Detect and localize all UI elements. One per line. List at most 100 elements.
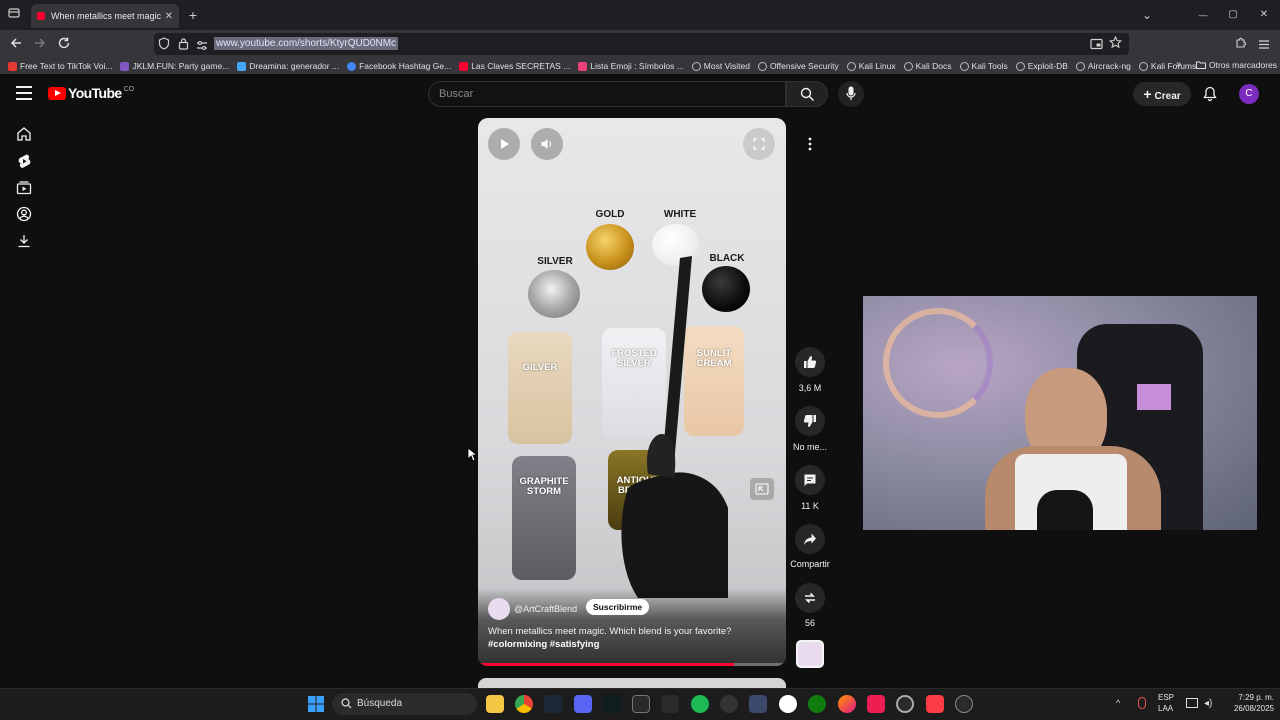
notifications-bell-icon[interactable] bbox=[1202, 86, 1218, 102]
bookmark-item[interactable]: Dreamina: generador ... bbox=[237, 61, 339, 71]
downloads-icon[interactable] bbox=[16, 233, 32, 249]
bookmark-item[interactable]: Kali Forums bbox=[1138, 61, 1196, 71]
channel-avatar[interactable] bbox=[488, 598, 510, 620]
share-button[interactable] bbox=[795, 524, 825, 554]
url-text[interactable]: www.youtube.com/shorts/KtyrQUD0NMc bbox=[214, 37, 399, 50]
chrome-icon[interactable] bbox=[515, 695, 533, 713]
search-icon bbox=[800, 87, 814, 101]
guide-menu-icon[interactable] bbox=[16, 86, 32, 100]
lock-icon[interactable] bbox=[178, 37, 189, 55]
taskbar-clock[interactable]: 7:29 p. m. 26/08/2025 bbox=[1222, 692, 1274, 714]
bookmark-item[interactable]: Facebook Hashtag Ge... bbox=[347, 61, 451, 71]
bookmarks-overflow-icon[interactable]: » bbox=[1176, 59, 1182, 70]
miniplayer-button[interactable] bbox=[750, 478, 774, 500]
back-icon[interactable] bbox=[9, 36, 23, 55]
bookmark-star-icon[interactable] bbox=[1108, 35, 1123, 54]
play-icon bbox=[501, 139, 509, 149]
dislike-button[interactable] bbox=[795, 406, 825, 436]
obs-icon[interactable] bbox=[896, 695, 914, 713]
subscriptions-icon[interactable] bbox=[16, 180, 32, 196]
tab-list-icon[interactable] bbox=[3, 5, 25, 25]
terminal-icon[interactable] bbox=[603, 695, 621, 713]
discord-icon[interactable] bbox=[574, 695, 592, 713]
shorts-video-player[interactable]: GOLD WHITE SILVER BLACK GILVER FROSTED S… bbox=[478, 118, 786, 666]
keyboard-language[interactable]: ESP LAA bbox=[1158, 692, 1174, 714]
taskbar-search-input[interactable]: Búsqueda bbox=[332, 693, 477, 715]
play-button[interactable] bbox=[488, 128, 520, 160]
steam-icon[interactable] bbox=[544, 695, 562, 713]
minimize-button[interactable]: — bbox=[1192, 5, 1214, 25]
bookmark-item[interactable]: Free Text to TikTok Voi... bbox=[8, 61, 112, 71]
fullscreen-button[interactable] bbox=[743, 128, 775, 160]
volume-button[interactable] bbox=[531, 128, 563, 160]
shield-icon[interactable] bbox=[158, 37, 170, 55]
apple-music-icon[interactable] bbox=[926, 695, 944, 713]
volume-tray-icon[interactable]: ◂) bbox=[1204, 698, 1212, 709]
youtube-logo[interactable]: YouTube CO bbox=[48, 85, 134, 101]
epic-games-icon[interactable] bbox=[661, 695, 679, 713]
forward-icon[interactable] bbox=[33, 36, 47, 55]
tab-youtube-short[interactable]: When metallics meet magic. W ✕ bbox=[31, 4, 179, 28]
next-short-preview[interactable] bbox=[478, 678, 786, 688]
other-bookmarks-folder[interactable]: Otros marcadores bbox=[1196, 60, 1277, 70]
bookmark-item[interactable]: Kali Linux bbox=[846, 61, 896, 71]
tab-close-icon[interactable]: ✕ bbox=[165, 11, 173, 22]
firefox-icon[interactable] bbox=[838, 695, 856, 713]
bookmark-item[interactable]: Las Claves SECRETAS ... bbox=[459, 61, 570, 71]
subscribe-button[interactable]: Suscribirme bbox=[586, 599, 650, 615]
bookmark-favicon-icon bbox=[237, 61, 247, 71]
voice-search-button[interactable] bbox=[838, 81, 864, 107]
silver-paint-blob bbox=[528, 270, 580, 318]
bookmark-item[interactable]: Kali Docs bbox=[903, 61, 952, 71]
xbox-icon[interactable] bbox=[808, 695, 826, 713]
settings-gear-icon[interactable] bbox=[955, 695, 973, 713]
extensions-icon[interactable] bbox=[1234, 36, 1247, 54]
app-menu-icon[interactable] bbox=[1258, 37, 1270, 55]
tabs-dropdown-icon[interactable]: ⌄ bbox=[1136, 5, 1158, 25]
tray-overflow-chevron-icon[interactable]: ^ bbox=[1116, 698, 1120, 708]
video-progress-bar[interactable] bbox=[478, 663, 786, 666]
capcut-icon[interactable] bbox=[632, 695, 650, 713]
permissions-icon[interactable] bbox=[196, 38, 208, 56]
home-icon[interactable] bbox=[16, 126, 32, 142]
new-tab-button[interactable]: + bbox=[182, 5, 204, 25]
you-profile-icon[interactable] bbox=[16, 206, 32, 222]
bookmark-item[interactable]: Most Visited bbox=[691, 61, 750, 71]
tray-microphone-icon[interactable] bbox=[1138, 697, 1146, 709]
like-button[interactable] bbox=[795, 347, 825, 377]
bookmark-item[interactable]: Kali Tools bbox=[959, 61, 1008, 71]
search-button[interactable] bbox=[786, 81, 828, 107]
tiktok-icon[interactable] bbox=[867, 695, 885, 713]
bookmark-item[interactable]: Offensive Security bbox=[757, 61, 839, 71]
bookmark-item[interactable]: Aircrack-ng bbox=[1075, 61, 1131, 71]
bookmark-item[interactable]: JKLM.FUN: Party game... bbox=[120, 61, 229, 71]
reload-icon[interactable] bbox=[57, 36, 71, 55]
network-icon[interactable] bbox=[1186, 698, 1198, 708]
4k-downloader-icon[interactable] bbox=[720, 695, 738, 713]
bookmark-item[interactable]: Exploit-DB bbox=[1015, 61, 1068, 71]
bookmark-item[interactable]: Lista Emoji : Símbolos ... bbox=[578, 61, 684, 71]
video-hashtags-link[interactable]: #colormixing #satisfying bbox=[488, 639, 599, 650]
create-button[interactable]: + Crear bbox=[1133, 82, 1191, 106]
google-icon[interactable] bbox=[779, 695, 797, 713]
picture-in-picture-icon[interactable] bbox=[1090, 37, 1103, 55]
search-input[interactable]: Buscar bbox=[428, 81, 786, 107]
channel-name-link[interactable]: @ArtCraftBlend bbox=[514, 604, 577, 614]
fullscreen-icon bbox=[753, 138, 765, 150]
media-app-icon[interactable] bbox=[749, 695, 767, 713]
windows-start-icon[interactable] bbox=[308, 696, 324, 717]
sound-thumbnail[interactable] bbox=[796, 640, 824, 668]
more-options-button[interactable] bbox=[795, 129, 825, 159]
comments-button[interactable] bbox=[795, 465, 825, 495]
shorts-icon[interactable] bbox=[16, 153, 32, 169]
tab-title: When metallics meet magic. W bbox=[51, 11, 161, 21]
maximize-button[interactable]: ▢ bbox=[1222, 5, 1244, 25]
like-count: 3,6 M bbox=[798, 383, 822, 393]
remix-button[interactable] bbox=[795, 583, 825, 613]
file-explorer-icon[interactable] bbox=[486, 695, 504, 713]
close-window-button[interactable]: ✕ bbox=[1253, 5, 1275, 25]
spotify-icon[interactable] bbox=[691, 695, 709, 713]
globe-icon bbox=[959, 61, 969, 71]
paint-label-graphite-storm: GRAPHITE STORM bbox=[519, 476, 569, 497]
account-avatar[interactable]: C bbox=[1239, 84, 1259, 104]
